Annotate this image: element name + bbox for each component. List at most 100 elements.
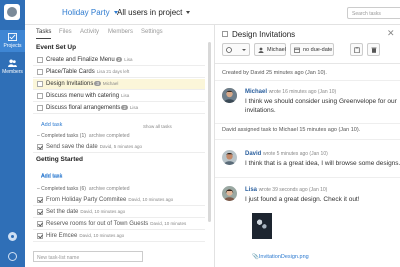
comment-line: I just found a great design. Check it ou… (245, 196, 360, 203)
comment-author[interactable]: Michael (245, 89, 267, 95)
task-title[interactable]: Design Invitations (46, 81, 93, 87)
comment-author[interactable]: David (245, 151, 261, 157)
task-detail-title[interactable]: Design Invitations (222, 30, 295, 39)
task-detail-checkbox[interactable] (222, 31, 228, 37)
task-meta: David, 10 minutes (150, 221, 187, 226)
task-checkbox[interactable] (37, 93, 43, 99)
activity-divider (215, 123, 400, 124)
task-title[interactable]: Hire Emcee (46, 233, 77, 239)
tab-tasks[interactable]: Tasks (36, 29, 52, 39)
task-checkbox[interactable] (37, 81, 43, 87)
comment-body: I just found a great design. Check it ou… (245, 195, 360, 204)
assignment-activity-text: David assigned task to Michael 15 minute… (222, 127, 361, 133)
archive-completed-link[interactable]: archive completed (89, 133, 130, 139)
archive-completed-link[interactable]: archive completed (89, 186, 130, 192)
completed-task-row[interactable]: Reserve rooms for out of Town Guests Davi… (33, 219, 205, 230)
section-title[interactable]: Getting Started (36, 156, 83, 163)
task-checkbox-checked[interactable] (37, 221, 43, 227)
close-icon[interactable]: ✕ (387, 28, 395, 39)
avatar (222, 88, 237, 103)
tab-files[interactable]: Files (59, 29, 72, 35)
search-input[interactable]: Search tasks (347, 7, 400, 19)
assignee-selector[interactable]: Michael (254, 43, 286, 56)
task-checkbox-checked[interactable] (37, 233, 43, 239)
project-selector[interactable]: Holiday Party (62, 8, 118, 17)
user-avatar[interactable] (4, 4, 20, 20)
task-title[interactable]: Reserve rooms for out of Town Guests (46, 221, 148, 227)
completed-task-row[interactable]: Set the date David, 10 minutes ago (33, 207, 205, 218)
completed-task-row[interactable]: From Holiday Party Commitee David, 10 min… (33, 195, 205, 206)
comment-count-badge: 2 (121, 105, 128, 110)
due-date-selector[interactable]: no due-date (290, 43, 334, 56)
task-row-selected[interactable]: Design Invitations 3 Michael (33, 79, 205, 90)
task-meta: Lisa (121, 93, 130, 98)
comment-time: wrote 5 minutes ago (Jan 10) (263, 151, 328, 157)
left-rail: Projects Members (0, 0, 25, 267)
task-checkbox[interactable] (37, 57, 43, 63)
completed-count[interactable]: Completed tasks (6) (41, 186, 86, 192)
panel-divider[interactable] (214, 25, 215, 267)
nav-members[interactable]: Members (0, 56, 25, 78)
comment-time: wrote 39 seconds ago (Jan 10) (258, 187, 328, 193)
task-meta: Lisa (129, 105, 139, 110)
task-title[interactable]: Discuss menu with catering (46, 93, 119, 99)
task-title[interactable]: Set the date (46, 209, 78, 215)
due-date-text: no due-date (303, 47, 333, 53)
attachment-link[interactable]: 📎InvitationDesign.png (252, 254, 309, 260)
trash-icon (371, 47, 377, 53)
task-meta: David, 10 minutes ago (79, 233, 125, 238)
comment-line: I think we should consider using Greenve… (245, 98, 397, 105)
completed-tasks-toggle[interactable]: – Completed tasks (1) archive completed (37, 133, 130, 139)
section-title[interactable]: Event Set Up (36, 44, 76, 51)
task-row[interactable]: Discuss menu with catering Lisa (33, 91, 205, 102)
assignee-name: Michael (267, 47, 286, 53)
completed-tasks-toggle[interactable]: – Completed tasks (6) archive completed (37, 186, 130, 192)
completed-task-row[interactable]: Hire Emcee David, 10 minutes ago (33, 231, 205, 242)
task-row[interactable]: Discuss floral arrangements 2 Lisa (33, 103, 205, 114)
user-filter-dropdown[interactable]: All users in project (117, 8, 191, 17)
task-checkbox-checked[interactable] (37, 144, 43, 150)
task-checkbox-checked[interactable] (37, 209, 43, 215)
nav-projects[interactable]: Projects (0, 30, 25, 52)
tab-members[interactable]: Members (108, 29, 133, 35)
avatar (222, 150, 237, 165)
copy-task-button[interactable] (350, 43, 363, 56)
task-title[interactable]: Place/Table Cards (46, 69, 95, 75)
task-title[interactable]: From Holiday Party Commitee (46, 197, 126, 203)
power-icon[interactable] (8, 252, 17, 261)
comment-author[interactable]: Lisa (245, 187, 257, 193)
new-task-list-input[interactable]: New task-list name (33, 251, 143, 262)
comment-line: I think that is a great idea, I will bro… (245, 160, 400, 167)
task-checkbox-checked[interactable] (37, 197, 43, 203)
gear-icon[interactable] (8, 232, 17, 241)
task-detail-title-text[interactable]: Design Invitations (232, 30, 295, 39)
tab-activity[interactable]: Activity (80, 29, 99, 35)
comment-header: Lisa wrote 39 seconds ago (Jan 10) (245, 187, 327, 193)
add-task-link[interactable]: Add task (41, 122, 62, 128)
comment-header: Michael wrote 16 minutes ago (Jan 10) (245, 89, 336, 95)
show-all-tasks-link[interactable]: Show all tasks (143, 124, 172, 129)
task-checkbox[interactable] (37, 69, 43, 75)
michael-avatar-image (222, 88, 237, 103)
comment-count-badge: 2 (115, 57, 123, 62)
top-bar: Holiday Party All users in project Searc… (25, 0, 400, 25)
clipboard-icon (354, 47, 360, 53)
task-list-scrollbar[interactable] (208, 42, 211, 222)
task-meta: David, 10 minutes ago (128, 197, 174, 202)
delete-task-button[interactable] (367, 43, 380, 56)
task-meta: Lisa (124, 57, 133, 62)
task-title[interactable]: Send save the date (46, 144, 98, 150)
task-row[interactable]: Place/Table Cards Lisa 21 days left (33, 67, 205, 78)
add-task-link[interactable]: Add task (41, 174, 62, 180)
task-checkbox[interactable] (37, 105, 43, 111)
tab-settings[interactable]: Settings (141, 29, 163, 35)
attachment-thumbnail[interactable] (252, 213, 272, 239)
completed-task-row[interactable]: Send save the date David, 5 minutes ago (33, 142, 205, 153)
comment-body: I think that is a great idea, I will bro… (245, 159, 400, 168)
task-title[interactable]: Create and Finalize Menu (46, 57, 115, 63)
attachment-filename[interactable]: InvitationDesign.png (259, 254, 309, 260)
task-list-selector[interactable] (222, 43, 250, 56)
task-title[interactable]: Discuss floral arrangements (46, 105, 120, 111)
task-row[interactable]: Create and Finalize Menu 2 Lisa (33, 55, 205, 66)
completed-count[interactable]: Completed tasks (1) (41, 133, 86, 139)
